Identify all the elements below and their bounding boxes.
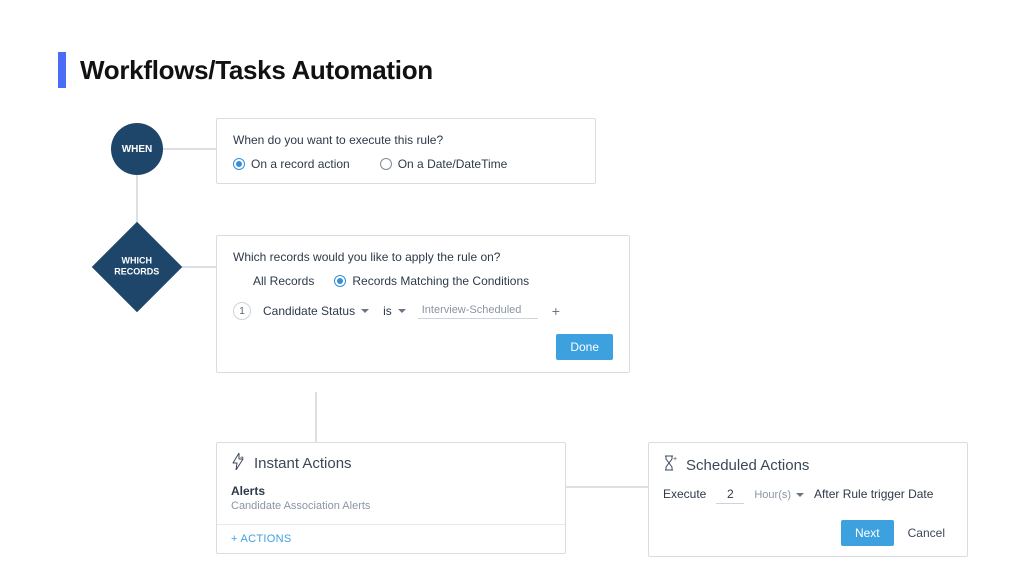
add-actions-button[interactable]: + ACTIONS <box>217 524 565 553</box>
heading-text: Workflows/Tasks Automation <box>80 55 433 86</box>
which-scope-group: All Records Records Matching the Conditi… <box>253 274 613 288</box>
dropdown-value: is <box>383 304 392 318</box>
scheduled-actions-header: + Scheduled Actions <box>663 455 953 475</box>
condition-field-dropdown[interactable]: Candidate Status <box>261 302 371 320</box>
alerts-section: Alerts Candidate Association Alerts <box>217 482 565 524</box>
when-radio-group: On a record action On a Date/DateTime <box>233 157 579 171</box>
schedule-after-text: After Rule trigger Date <box>814 487 933 501</box>
chevron-down-icon <box>361 309 369 313</box>
lightning-icon: + <box>231 453 246 474</box>
alert-item[interactable]: Candidate Association Alerts <box>231 500 551 512</box>
instant-actions-card: + Instant Actions Alerts Candidate Assoc… <box>216 442 566 554</box>
hourglass-icon: + <box>663 455 678 475</box>
chevron-down-icon <box>796 493 804 497</box>
condition-row: 1 Candidate Status is Interview-Schedule… <box>233 302 613 320</box>
page-heading: Workflows/Tasks Automation <box>58 52 433 88</box>
cancel-button[interactable]: Cancel <box>900 520 953 546</box>
heading-accent-bar <box>58 52 66 88</box>
done-button[interactable]: Done <box>556 334 613 360</box>
schedule-config-row: Execute Hour(s) After Rule trigger Date <box>663 487 953 504</box>
radio-label: Records Matching the Conditions <box>352 274 529 288</box>
node-when-label: WHEN <box>122 144 153 155</box>
radio-label: All Records <box>253 274 314 288</box>
scheduled-actions-card: + Scheduled Actions Execute Hour(s) Afte… <box>648 442 968 557</box>
dropdown-value: Candidate Status <box>263 304 355 318</box>
radio-all-records[interactable]: All Records <box>253 274 314 288</box>
condition-value-input[interactable]: Interview-Scheduled <box>418 303 538 319</box>
which-question: Which records would you like to apply th… <box>233 250 613 264</box>
condition-index: 1 <box>233 302 251 320</box>
execute-label: Execute <box>663 487 706 501</box>
condition-operator-dropdown[interactable]: is <box>381 302 408 320</box>
schedule-value-input[interactable] <box>716 487 744 504</box>
radio-label: On a record action <box>251 157 350 171</box>
when-question: When do you want to execute this rule? <box>233 133 579 147</box>
radio-matching-conditions[interactable]: Records Matching the Conditions <box>334 274 529 288</box>
instant-actions-title: Instant Actions <box>254 455 352 472</box>
node-which-records: WHICH RECORDS <box>92 222 183 313</box>
radio-icon <box>380 158 392 170</box>
schedule-unit-dropdown[interactable]: Hour(s) <box>754 489 804 501</box>
scheduled-actions-title: Scheduled Actions <box>686 457 809 474</box>
add-condition-button[interactable]: + <box>548 303 564 319</box>
radio-on-date-datetime[interactable]: On a Date/DateTime <box>380 157 508 171</box>
radio-label: On a Date/DateTime <box>398 157 508 171</box>
when-card: When do you want to execute this rule? O… <box>216 118 596 184</box>
dropdown-value: Hour(s) <box>754 489 791 501</box>
svg-text:+: + <box>673 456 677 463</box>
instant-actions-header: + Instant Actions <box>217 453 565 482</box>
svg-text:+: + <box>240 455 244 462</box>
next-button[interactable]: Next <box>841 520 894 546</box>
chevron-down-icon <box>398 309 406 313</box>
radio-icon <box>334 275 346 287</box>
radio-icon <box>233 158 245 170</box>
node-which-label: WHICH RECORDS <box>114 256 159 278</box>
which-records-card: Which records would you like to apply th… <box>216 235 630 373</box>
node-when: WHEN <box>111 123 163 175</box>
radio-on-record-action[interactable]: On a record action <box>233 157 350 171</box>
alerts-title: Alerts <box>231 484 551 498</box>
